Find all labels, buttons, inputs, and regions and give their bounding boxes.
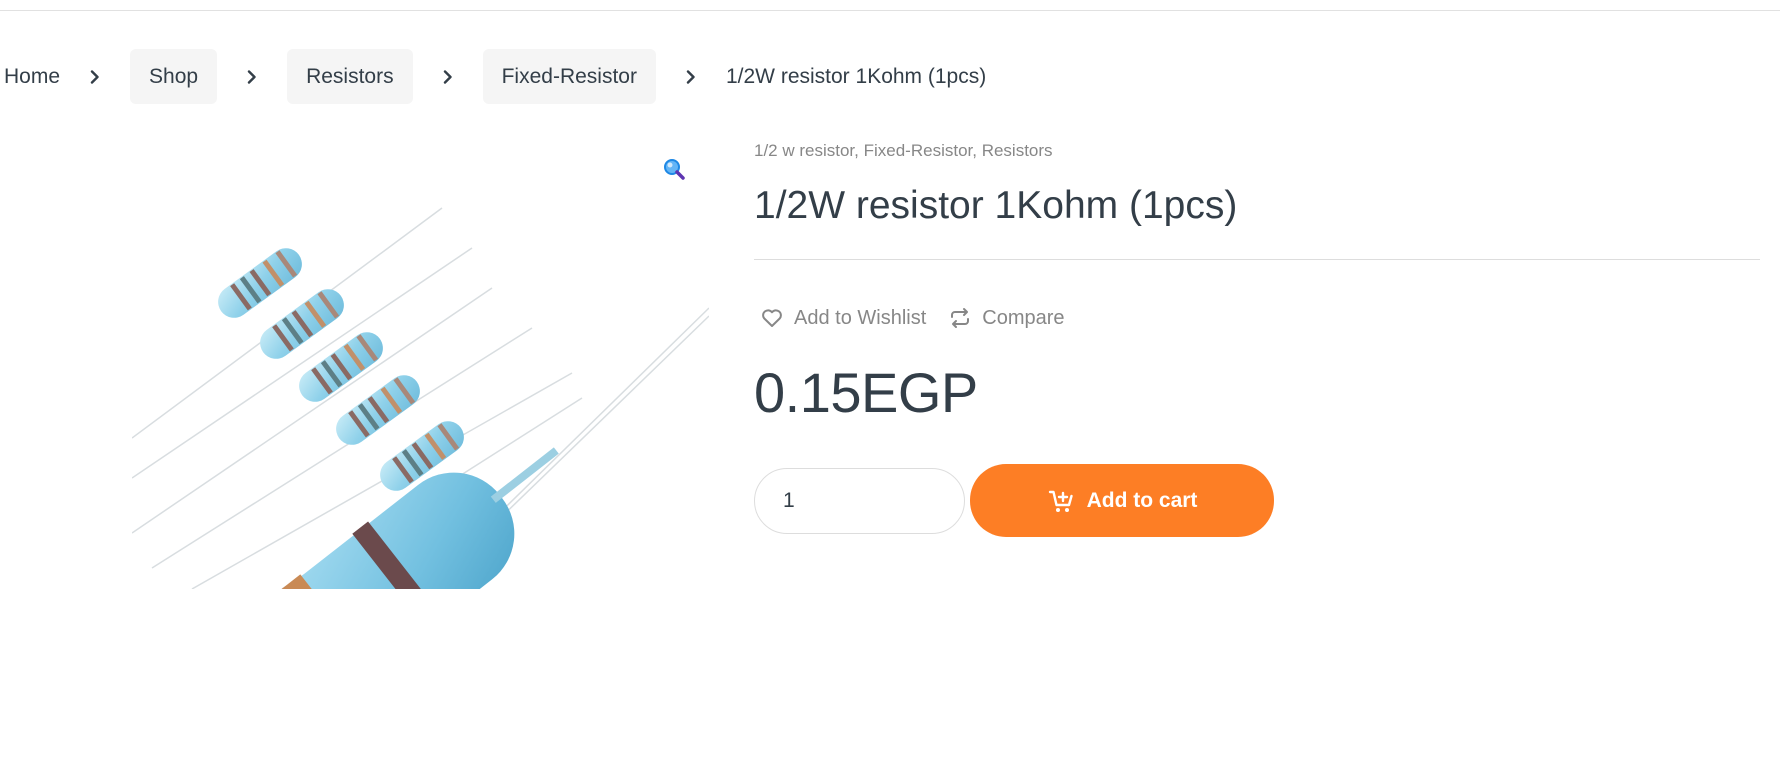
add-to-cart-button[interactable]: Add to cart: [970, 464, 1274, 537]
breadcrumb-home[interactable]: Home: [0, 49, 60, 104]
product-title: 1/2W resistor 1Kohm (1pcs): [754, 184, 1238, 227]
breadcrumb-resistors[interactable]: Resistors: [287, 49, 413, 104]
chevron-right-icon: [60, 49, 130, 104]
resistor-product-photo: [132, 138, 709, 589]
quantity-input[interactable]: 1: [754, 467, 965, 534]
chevron-right-icon: [656, 49, 726, 104]
breadcrumb-current: 1/2W resistor 1Kohm (1pcs): [725, 65, 987, 88]
product-summary: 1/2 w resistor, Fixed-Resistor, Resistor…: [754, 138, 1760, 537]
product-categories: 1/2 w resistor, Fixed-Resistor, Resistor…: [754, 138, 1760, 164]
add-to-cart-label: Add to cart: [1086, 488, 1198, 512]
title-divider: [754, 259, 1760, 260]
product-price: 0.15EGP: [754, 361, 978, 424]
heart-icon: [762, 309, 782, 327]
compare-icon: [951, 308, 970, 328]
category-separator: ,: [972, 141, 982, 160]
product-image[interactable]: [132, 138, 709, 589]
wishlist-label: Add to Wishlist: [794, 306, 927, 329]
breadcrumb-fixed-resistor[interactable]: Fixed-Resistor: [482, 49, 656, 104]
add-to-cart-form: 1 Add to cart: [754, 464, 1760, 537]
chevron-right-icon: [217, 49, 287, 104]
product-actions: Add to Wishlist Compare: [754, 304, 1760, 332]
cart-add-icon: [1048, 490, 1073, 512]
compare-label: Compare: [982, 306, 1065, 329]
breadcrumb-shop[interactable]: Shop: [130, 49, 218, 104]
add-to-wishlist-button[interactable]: Add to Wishlist: [754, 306, 926, 330]
category-link[interactable]: Resistors: [982, 141, 1053, 160]
category-link[interactable]: 1/2 w resistor: [754, 141, 854, 160]
category-separator: ,: [854, 141, 864, 160]
chevron-right-icon: [413, 49, 483, 104]
header-divider: [0, 10, 1780, 11]
compare-button[interactable]: Compare: [948, 306, 1065, 330]
zoom-icon[interactable]: [662, 157, 686, 181]
category-link[interactable]: Fixed-Resistor: [864, 141, 973, 160]
breadcrumb: Home Shop Resistors Fixed-Resistor 1/2W …: [0, 49, 986, 104]
